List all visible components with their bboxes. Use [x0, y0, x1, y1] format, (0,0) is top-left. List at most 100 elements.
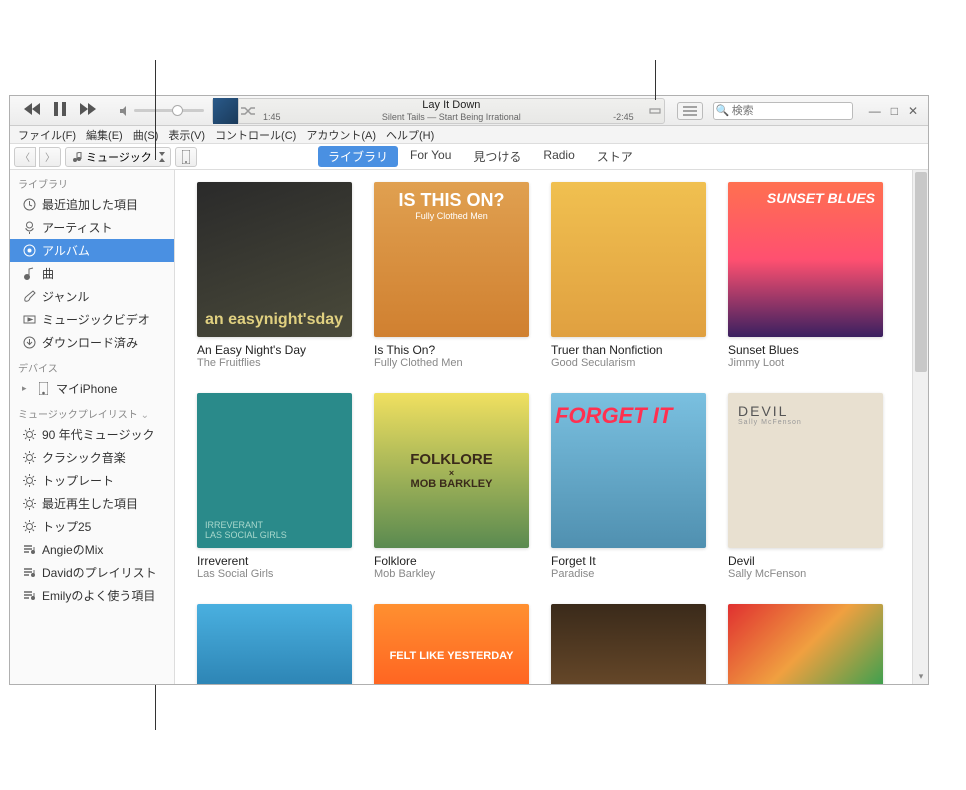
sidebar-item-music-videos[interactable]: ミュージックビデオ: [10, 308, 174, 331]
gear-icon: [22, 451, 36, 465]
album-artwork[interactable]: [551, 604, 706, 684]
sidebar-playlist-angie[interactable]: AngieのMix: [10, 538, 174, 561]
menu-view[interactable]: 表示(V): [164, 127, 209, 143]
album-artwork[interactable]: [728, 604, 883, 684]
back-button[interactable]: 〈: [14, 147, 36, 167]
menu-edit[interactable]: 編集(E): [82, 127, 127, 143]
now-playing-artwork[interactable]: [213, 98, 239, 124]
tab-radio[interactable]: Radio: [533, 146, 584, 167]
album-item[interactable]: SUNSET BLUES Sunset Blues Jimmy Loot: [728, 182, 883, 369]
music-icon: [72, 152, 82, 162]
sidebar-playlist-emily[interactable]: Emilyのよく使う項目: [10, 584, 174, 607]
sidebar-item-albums[interactable]: アルバム: [10, 239, 174, 262]
sidebar-header-playlists: ミュージックプレイリスト ⌄: [10, 400, 174, 423]
album-artwork[interactable]: FOLKLORE×MOB BARKLEY: [374, 393, 529, 548]
volume-slider[interactable]: [120, 106, 204, 116]
album-artwork[interactable]: an easynight'sday: [197, 182, 352, 337]
vertical-scrollbar[interactable]: ▴ ▾: [912, 170, 928, 684]
menu-help[interactable]: ヘルプ(H): [382, 127, 438, 143]
album-artist: Good Secularism: [551, 357, 706, 369]
album-item[interactable]: [551, 604, 706, 684]
album-artwork[interactable]: IS THIS ON?Fully Clothed Men: [374, 182, 529, 337]
maximize-button[interactable]: □: [891, 104, 898, 118]
album-artwork[interactable]: [197, 604, 352, 684]
navigation-row: 〈 〉 ミュージック ライブラリ For You 見つける Radio ストア: [10, 144, 928, 170]
sidebar-playlist-top25[interactable]: トップ25: [10, 515, 174, 538]
sidebar-item-downloaded[interactable]: ダウンロード済み: [10, 331, 174, 354]
disclosure-icon[interactable]: ▸: [22, 383, 30, 394]
forward-button[interactable]: 〉: [39, 147, 61, 167]
album-item[interactable]: [197, 604, 352, 684]
up-next-button[interactable]: [677, 102, 703, 120]
menu-controls[interactable]: コントロール(C): [211, 127, 300, 143]
pause-button[interactable]: [54, 102, 66, 119]
playlist-icon: [22, 566, 36, 580]
album-artist: Fully Clothed Men: [374, 357, 529, 369]
device-button[interactable]: [175, 147, 197, 167]
download-icon: [22, 336, 36, 350]
album-artwork[interactable]: [551, 182, 706, 337]
sidebar-playlist-david[interactable]: Davidのプレイリスト: [10, 561, 174, 584]
album-item[interactable]: DEVILSally McFenson Devil Sally McFenson: [728, 393, 883, 580]
album-item[interactable]: FELT LIKE YESTERDAY: [374, 604, 529, 684]
playlist-icon: [22, 543, 36, 557]
playlist-icon: [22, 589, 36, 603]
search-field-wrap: 🔍: [713, 102, 853, 120]
album-item[interactable]: [728, 604, 883, 684]
tab-library[interactable]: ライブラリ: [318, 146, 398, 167]
repeat-button[interactable]: [646, 106, 664, 116]
view-tabs: ライブラリ For You 見つける Radio ストア: [201, 146, 760, 167]
album-title: Truer than Nonfiction: [551, 343, 706, 357]
album-item[interactable]: FOLKLORE×MOB BARKLEY Folklore Mob Barkle…: [374, 393, 529, 580]
album-item[interactable]: FORGET IT Forget It Paradise: [551, 393, 706, 580]
sidebar-item-genres[interactable]: ジャンル: [10, 285, 174, 308]
tab-store[interactable]: ストア: [587, 146, 643, 167]
sidebar-playlist-classical[interactable]: クラシック音楽: [10, 446, 174, 469]
close-button[interactable]: ✕: [908, 104, 918, 118]
elapsed-time: 1:45: [259, 112, 285, 122]
tab-for-you[interactable]: For You: [400, 146, 461, 167]
search-input[interactable]: [713, 102, 853, 120]
sidebar-playlist-90s[interactable]: 90 年代ミュージック: [10, 423, 174, 446]
next-button[interactable]: [80, 103, 96, 118]
tab-browse[interactable]: 見つける: [463, 146, 531, 167]
album-artwork[interactable]: DEVILSally McFenson: [728, 393, 883, 548]
album-grid-view: an easynight'sday An Easy Night's Day Th…: [175, 170, 912, 684]
album-artwork[interactable]: IRREVERANTLAS SOCIAL GIRLS: [197, 393, 352, 548]
sidebar-playlist-recently-played[interactable]: 最近再生した項目: [10, 492, 174, 515]
menu-song[interactable]: 曲(S): [129, 127, 163, 143]
scroll-down-arrow[interactable]: ▾: [913, 668, 928, 684]
album-artwork[interactable]: SUNSET BLUES: [728, 182, 883, 337]
scrollbar-thumb[interactable]: [915, 172, 927, 372]
volume-icon: [120, 106, 130, 116]
note-icon: [22, 267, 36, 281]
sidebar-item-recently-added[interactable]: 最近追加した項目: [10, 193, 174, 216]
previous-button[interactable]: [24, 103, 40, 118]
album-artwork[interactable]: FORGET IT: [551, 393, 706, 548]
menu-bar: ファイル(F) 編集(E) 曲(S) 表示(V) コントロール(C) アカウント…: [10, 126, 928, 144]
minimize-button[interactable]: —: [869, 104, 881, 118]
album-item[interactable]: Truer than Nonfiction Good Secularism: [551, 182, 706, 369]
chevron-down-icon[interactable]: ⌄: [141, 410, 149, 421]
album-title: Sunset Blues: [728, 343, 883, 357]
sidebar-playlist-top-rated[interactable]: トップレート: [10, 469, 174, 492]
sidebar-item-device-iphone[interactable]: ▸マイiPhone: [10, 377, 174, 400]
album-item[interactable]: an easynight'sday An Easy Night's Day Th…: [197, 182, 352, 369]
sidebar-header-devices: デバイス: [10, 354, 174, 377]
gear-icon: [22, 520, 36, 534]
album-artist: Las Social Girls: [197, 568, 352, 580]
sidebar-item-songs[interactable]: 曲: [10, 262, 174, 285]
sidebar-header-library: ライブラリ: [10, 170, 174, 193]
album-title: An Easy Night's Day: [197, 343, 352, 357]
album-title: Irreverent: [197, 554, 352, 568]
window-controls: — □ ✕: [859, 104, 928, 118]
menu-file[interactable]: ファイル(F): [14, 127, 80, 143]
album-item[interactable]: IRREVERANTLAS SOCIAL GIRLS Irreverent La…: [197, 393, 352, 580]
album-artwork[interactable]: FELT LIKE YESTERDAY: [374, 604, 529, 684]
sidebar-item-artists[interactable]: アーティスト: [10, 216, 174, 239]
menu-account[interactable]: アカウント(A): [302, 127, 380, 143]
album-icon: [22, 244, 36, 258]
itunes-window: Lay It Down Silent Tails — Start Being I…: [9, 95, 929, 685]
shuffle-button[interactable]: [239, 106, 257, 116]
album-item[interactable]: IS THIS ON?Fully Clothed Men Is This On?…: [374, 182, 529, 369]
